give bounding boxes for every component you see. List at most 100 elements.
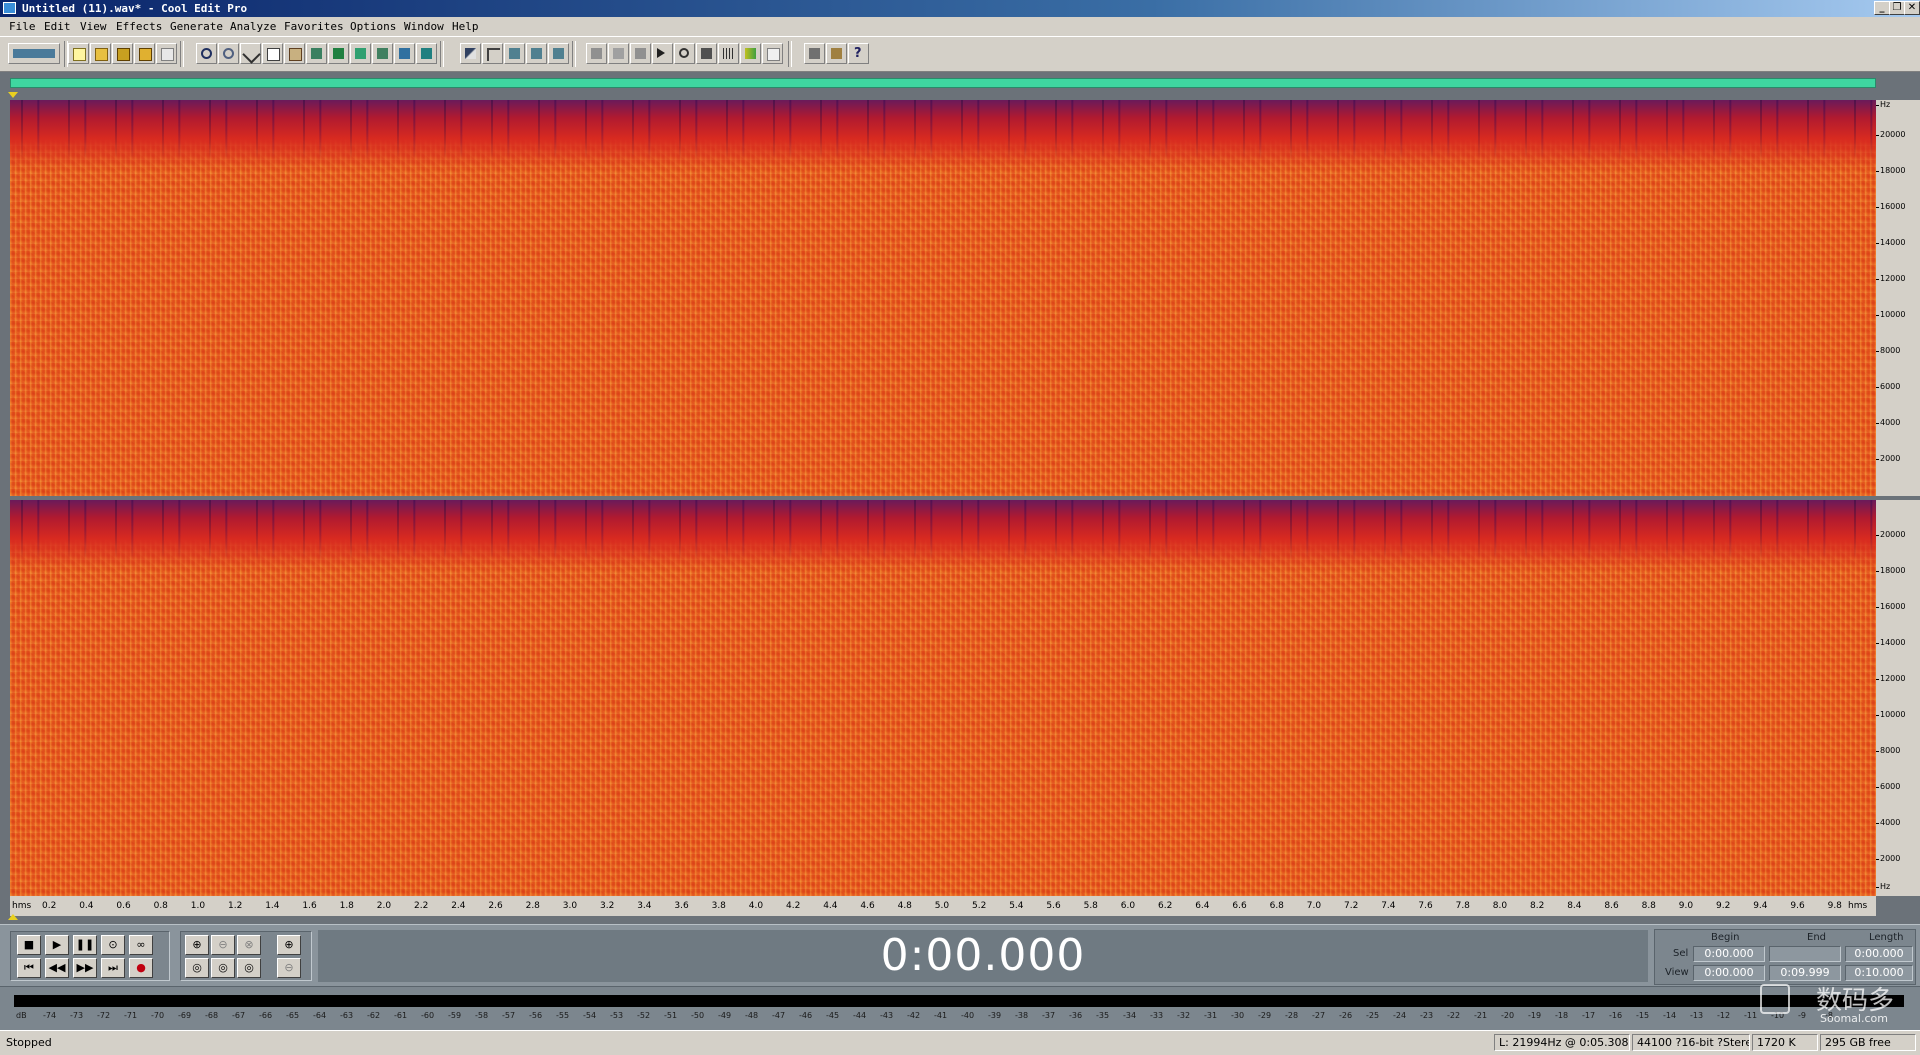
channel-both-icon [553, 48, 564, 59]
menu-help[interactable]: Help [452, 20, 479, 33]
insert-cue-button[interactable] [350, 43, 371, 64]
save-button[interactable] [112, 43, 133, 64]
menu-analyze[interactable]: Analyze [230, 20, 276, 33]
properties-button[interactable] [826, 43, 847, 64]
copy-button[interactable] [262, 43, 283, 64]
menu-window[interactable]: Window [404, 20, 444, 33]
fast-forward-button[interactable]: ▶▶ [73, 958, 97, 978]
restore-icon[interactable]: ❐ [1889, 1, 1905, 15]
menu-view[interactable]: View [80, 20, 107, 33]
sample-rate-button[interactable] [740, 43, 761, 64]
db-tick-label: -55 [556, 1011, 570, 1020]
zoom-out-vertical-button[interactable]: ⊖ [277, 958, 301, 978]
envelope-button[interactable] [460, 43, 481, 64]
rewind-icon: ◀◀ [48, 961, 66, 974]
watermark-logo-icon [1760, 984, 1790, 1014]
zoom-in-vertical-button[interactable]: ⊕ [277, 935, 301, 955]
multitrack-toggle-button[interactable] [8, 43, 60, 64]
zoom-button[interactable] [674, 43, 695, 64]
sel-end-field[interactable] [1769, 946, 1841, 962]
watermark-text-en: Soomal.com [1820, 1012, 1888, 1025]
zoom-out-horizontal-button[interactable]: ⊖ [211, 935, 235, 955]
menu-file[interactable]: File [9, 20, 36, 33]
time-ruler[interactable]: hms 0.2 0.4 0.6 0.8 1.0 1.2 1.4 1.6 1.8 2.0 2.2 2.4… [10, 896, 1876, 916]
menu-favorites[interactable]: Favorites [284, 20, 344, 33]
hz-tick-label: 16000 [1875, 202, 1906, 211]
sel-begin-field[interactable]: 0:00.000 [1693, 946, 1765, 962]
snap-button[interactable] [394, 43, 415, 64]
loop-play-button[interactable]: ∞ [129, 935, 153, 955]
zoom-in-icon: ⊕ [192, 938, 202, 951]
help-button[interactable]: ? [848, 43, 869, 64]
scroll-button[interactable] [416, 43, 437, 64]
redo-button[interactable] [218, 43, 239, 64]
pause-button[interactable]: ❚❚ [73, 935, 97, 955]
record-button[interactable]: ● [129, 958, 153, 978]
fade-button[interactable] [482, 43, 503, 64]
start-marker-icon[interactable] [8, 92, 18, 98]
close-file-button[interactable] [156, 43, 177, 64]
time-format-button[interactable] [696, 43, 717, 64]
view-length-field[interactable]: 0:10.000 [1845, 965, 1913, 981]
play-to-end-button[interactable]: ⊙ [101, 935, 125, 955]
spectral-view-button[interactable] [608, 43, 629, 64]
cut-button[interactable] [240, 43, 261, 64]
view-begin-field[interactable]: 0:00.000 [1693, 965, 1765, 981]
zoom-in-horizontal-button[interactable]: ⊕ [185, 935, 209, 955]
mix-paste-button[interactable] [306, 43, 327, 64]
zoom-full-button[interactable]: ⊗ [237, 935, 261, 955]
cue-list-button[interactable] [762, 43, 783, 64]
end-marker-icon[interactable] [8, 914, 18, 920]
menu-generate[interactable]: Generate [170, 20, 223, 33]
channel-right-button[interactable] [526, 43, 547, 64]
options-button[interactable] [804, 43, 825, 64]
zoom-full-icon: ⊗ [244, 938, 254, 951]
go-to-start-button[interactable]: ⏮ [17, 958, 41, 978]
db-tick-label: -46 [799, 1011, 813, 1020]
grid-button[interactable] [718, 43, 739, 64]
disk-free: 295 GB free [1820, 1034, 1916, 1051]
zoom-to-right-button[interactable]: ◎ [211, 958, 235, 978]
loop-button[interactable] [372, 43, 393, 64]
save-all-button[interactable] [134, 43, 155, 64]
time-tick-label: 6.2 [1158, 901, 1173, 911]
stop-button[interactable]: ■ [17, 935, 41, 955]
close-window-icon[interactable]: ✕ [1904, 1, 1920, 15]
zoom-selection-button[interactable]: ◎ [237, 958, 261, 978]
view-end-field[interactable]: 0:09.999 [1769, 965, 1841, 981]
play-preview-button[interactable] [652, 43, 673, 64]
undo-button[interactable] [196, 43, 217, 64]
hz-tick-label: 16000 [1875, 602, 1906, 611]
paste-button[interactable] [284, 43, 305, 64]
db-tick-label: -54 [583, 1011, 597, 1020]
db-tick-label: -20 [1501, 1011, 1515, 1020]
db-tick-label: -24 [1393, 1011, 1407, 1020]
new-file-button[interactable] [68, 43, 89, 64]
paste-icon [289, 48, 302, 61]
go-to-end-button[interactable]: ⏭ [101, 958, 125, 978]
channel-both-button[interactable] [548, 43, 569, 64]
fast-forward-icon: ▶▶ [76, 961, 94, 974]
minimize-icon[interactable]: _ [1874, 1, 1890, 15]
menu-options[interactable]: Options [350, 20, 396, 33]
fade-icon [487, 48, 500, 61]
app-icon[interactable] [3, 2, 16, 14]
db-tick-label: -29 [1258, 1011, 1272, 1020]
db-tick-label: dB [16, 1011, 27, 1020]
channel-left-button[interactable] [504, 43, 525, 64]
open-file-button[interactable] [90, 43, 111, 64]
play-button[interactable]: ▶ [45, 935, 69, 955]
time-tick-label: 5.6 [1046, 901, 1061, 911]
overview-scroll-bar[interactable] [10, 78, 1876, 88]
menu-edit[interactable]: Edit [44, 20, 71, 33]
frequency-analysis-button[interactable] [630, 43, 651, 64]
spectral-channel-left[interactable] [10, 100, 1876, 496]
spectral-channel-right[interactable] [10, 500, 1876, 896]
waveform-view-button[interactable] [586, 43, 607, 64]
menu-effects[interactable]: Effects [116, 20, 162, 33]
sel-length-field[interactable]: 0:00.000 [1845, 946, 1913, 962]
zoom-to-left-button[interactable]: ◎ [185, 958, 209, 978]
db-tick-label: -45 [826, 1011, 840, 1020]
trim-button[interactable] [328, 43, 349, 64]
rewind-button[interactable]: ◀◀ [45, 958, 69, 978]
